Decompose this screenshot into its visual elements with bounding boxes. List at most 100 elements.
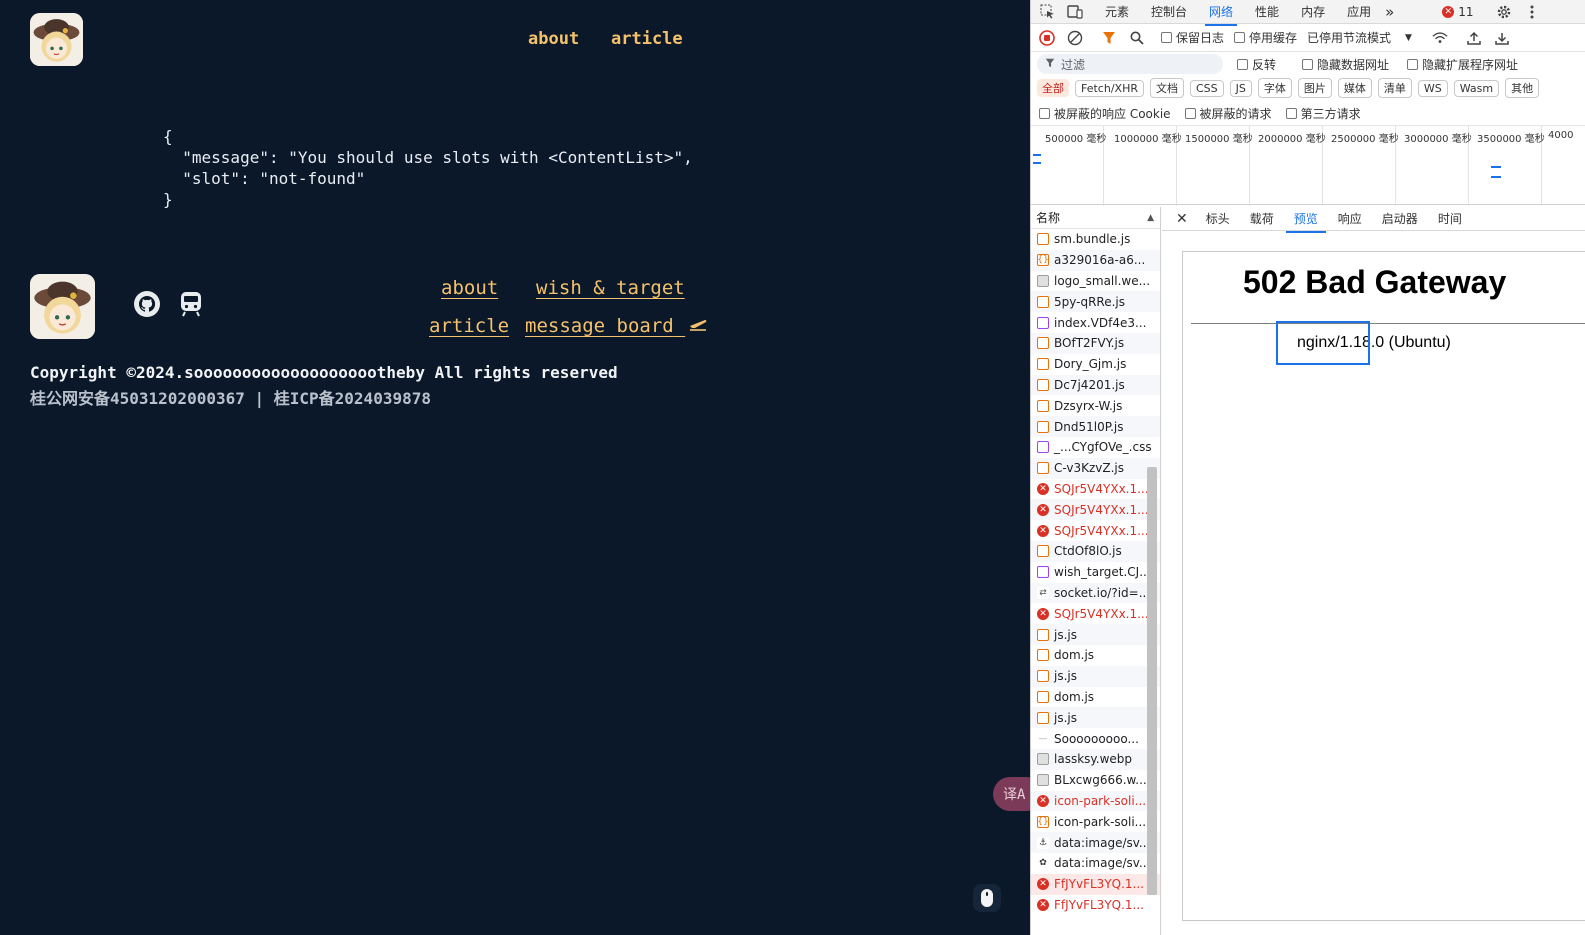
- request-row[interactable]: index.VDf4e3...: [1031, 312, 1160, 333]
- request-row[interactable]: Dory_Gjm.js: [1031, 354, 1160, 375]
- request-row[interactable]: ✕ SQJr5V4YXx.1...: [1031, 603, 1160, 624]
- request-row[interactable]: {} icon-park-soli...: [1031, 811, 1160, 832]
- import-har-icon[interactable]: [1466, 30, 1482, 46]
- device-toolbar-icon[interactable]: [1067, 4, 1083, 20]
- hide-extension-urls-checkbox[interactable]: 隐藏扩展程序网址: [1407, 56, 1518, 73]
- inspect-element-icon[interactable]: [1039, 4, 1055, 20]
- request-row[interactable]: wish_target.CJ...: [1031, 562, 1160, 583]
- blocked-requests-checkbox[interactable]: 被屏蔽的请求: [1184, 105, 1272, 122]
- disable-cache-checkbox[interactable]: 停用缓存: [1234, 29, 1297, 46]
- type-font-chip[interactable]: 字体: [1257, 78, 1292, 98]
- site-logo-avatar[interactable]: [30, 13, 83, 66]
- type-js-chip[interactable]: JS: [1229, 79, 1252, 97]
- request-row[interactable]: js.js: [1031, 665, 1160, 687]
- type-other-chip[interactable]: 其他: [1505, 78, 1540, 98]
- request-row[interactable]: logo_small.we...: [1031, 271, 1160, 292]
- tab-response[interactable]: 响应: [1338, 210, 1362, 227]
- request-row[interactable]: sm.bundle.js: [1031, 229, 1160, 250]
- filter-funnel-icon[interactable]: [1101, 30, 1117, 46]
- request-row[interactable]: ✕ SQJr5V4YXx.1...: [1031, 520, 1160, 541]
- kebab-menu-icon[interactable]: [1524, 4, 1540, 20]
- request-row[interactable]: dom.js: [1031, 687, 1160, 708]
- tab-performance[interactable]: 性能: [1255, 3, 1279, 20]
- settings-gear-icon[interactable]: [1496, 4, 1512, 20]
- tab-memory[interactable]: 内存: [1301, 3, 1325, 20]
- request-row[interactable]: {} a329016a-a6...: [1031, 249, 1160, 271]
- throttling-select[interactable]: 已停用节流模式 ▼: [1307, 29, 1412, 46]
- blocked-cookies-checkbox[interactable]: 被屏蔽的响应 Cookie: [1039, 105, 1171, 122]
- icp-record-text[interactable]: 桂公网安备45031202000367 | 桂ICP备2024039878: [30, 385, 431, 409]
- train-icon[interactable]: [177, 290, 204, 317]
- type-img-chip[interactable]: 图片: [1297, 78, 1332, 98]
- request-row[interactable]: 5py-qRRe.js: [1031, 291, 1160, 313]
- request-row[interactable]: _...CYgfOVe_.css: [1031, 437, 1160, 458]
- request-row[interactable]: BOfT2FVY.js: [1031, 332, 1160, 354]
- type-ws-chip[interactable]: WS: [1417, 79, 1448, 97]
- request-row[interactable]: ✕ SQJr5V4YXx.1...: [1031, 479, 1160, 500]
- request-row[interactable]: BLxcwg666.w...: [1031, 770, 1160, 791]
- tab-initiator[interactable]: 启动器: [1382, 210, 1418, 227]
- network-timeline-overview[interactable]: 500000 毫秒 1000000 毫秒 1500000 毫秒 2000000 …: [1031, 125, 1585, 206]
- tab-preview[interactable]: 预览: [1285, 210, 1326, 233]
- request-row[interactable]: Dzsyrx-W.js: [1031, 395, 1160, 416]
- hide-data-urls-checkbox[interactable]: 隐藏数据网址: [1302, 56, 1389, 73]
- record-stop-icon[interactable]: [1039, 29, 1055, 46]
- request-row[interactable]: Dc7j4201.js: [1031, 374, 1160, 396]
- type-media-chip[interactable]: 媒体: [1337, 78, 1372, 98]
- tab-elements[interactable]: 元素: [1105, 3, 1129, 20]
- third-party-checkbox[interactable]: 第三方请求: [1285, 105, 1361, 122]
- footer-article-link[interactable]: article: [429, 315, 509, 337]
- footer-message-board-link[interactable]: message board: [525, 315, 707, 337]
- name-column-header[interactable]: 名称 ▲: [1031, 207, 1160, 229]
- type-css-chip[interactable]: CSS: [1189, 79, 1224, 97]
- request-list-scrollbar[interactable]: [1147, 467, 1157, 895]
- request-row[interactable]: js.js: [1031, 707, 1160, 729]
- search-icon[interactable]: [1129, 30, 1145, 46]
- error-counter[interactable]: ✕ 11: [1442, 5, 1474, 19]
- request-row[interactable]: CtdOf8lO.js: [1031, 540, 1160, 562]
- js-type-icon: [1037, 670, 1049, 683]
- nav-article-link[interactable]: article: [611, 29, 683, 49]
- request-row[interactable]: Dnd51l0P.js: [1031, 416, 1160, 437]
- request-row[interactable]: — Sooooooooo...: [1031, 728, 1160, 749]
- tab-network[interactable]: 网络: [1205, 3, 1238, 26]
- type-doc-chip[interactable]: 文档: [1149, 78, 1184, 98]
- tab-payload[interactable]: 载荷: [1250, 210, 1274, 227]
- request-row[interactable]: ✿ data:image/sv...: [1031, 853, 1160, 874]
- type-manifest-chip[interactable]: 清单: [1377, 78, 1412, 98]
- request-row[interactable]: ✕ SQJr5V4YXx.1...: [1031, 499, 1160, 521]
- request-row[interactable]: ⚓ data:image/sv...: [1031, 832, 1160, 853]
- footer-about-link[interactable]: about: [441, 277, 498, 299]
- export-har-icon[interactable]: [1494, 30, 1510, 46]
- filter-input[interactable]: 过滤: [1037, 54, 1223, 74]
- request-row[interactable]: C-v3KzvZ.js: [1031, 457, 1160, 479]
- request-row[interactable]: ✕ icon-park-soli...: [1031, 790, 1160, 812]
- scroll-mouse-icon[interactable]: [973, 884, 1001, 912]
- clear-icon[interactable]: [1067, 30, 1083, 46]
- request-row[interactable]: ✕ FfJYvFL3YQ.1...: [1031, 873, 1160, 895]
- type-all-chip[interactable]: 全部: [1037, 79, 1069, 97]
- network-conditions-icon[interactable]: [1432, 30, 1448, 46]
- type-wasm-chip[interactable]: Wasm: [1453, 79, 1500, 97]
- tab-headers[interactable]: 标头: [1206, 210, 1230, 227]
- footer-avatar[interactable]: [30, 274, 95, 339]
- footer-wish-target-link[interactable]: wish & target: [536, 277, 685, 299]
- more-tabs-button[interactable]: »: [1385, 3, 1394, 21]
- tab-timing[interactable]: 时间: [1438, 210, 1462, 227]
- request-row[interactable]: ✕ FfJYvFL3YQ.1...: [1031, 895, 1160, 916]
- invert-checkbox[interactable]: 反转: [1237, 56, 1276, 73]
- nav-about-link[interactable]: about: [528, 29, 579, 49]
- error-icon: ✕: [1442, 5, 1455, 18]
- request-row[interactable]: dom.js: [1031, 645, 1160, 666]
- request-name: SQJr5V4YXx.1...: [1054, 606, 1149, 621]
- tab-application[interactable]: 应用: [1347, 3, 1371, 20]
- request-row[interactable]: ⇄ socket.io/?id=...: [1031, 582, 1160, 604]
- tab-console[interactable]: 控制台: [1151, 3, 1187, 20]
- request-row[interactable]: lassksy.webp: [1031, 748, 1160, 770]
- github-icon[interactable]: [133, 290, 160, 317]
- type-fetch-xhr-chip[interactable]: Fetch/XHR: [1075, 79, 1144, 97]
- request-row[interactable]: js.js: [1031, 624, 1160, 645]
- preserve-log-checkbox[interactable]: 保留日志: [1161, 29, 1224, 46]
- close-icon[interactable]: ✕: [1176, 211, 1188, 227]
- translate-button[interactable]: 译A: [993, 777, 1030, 811]
